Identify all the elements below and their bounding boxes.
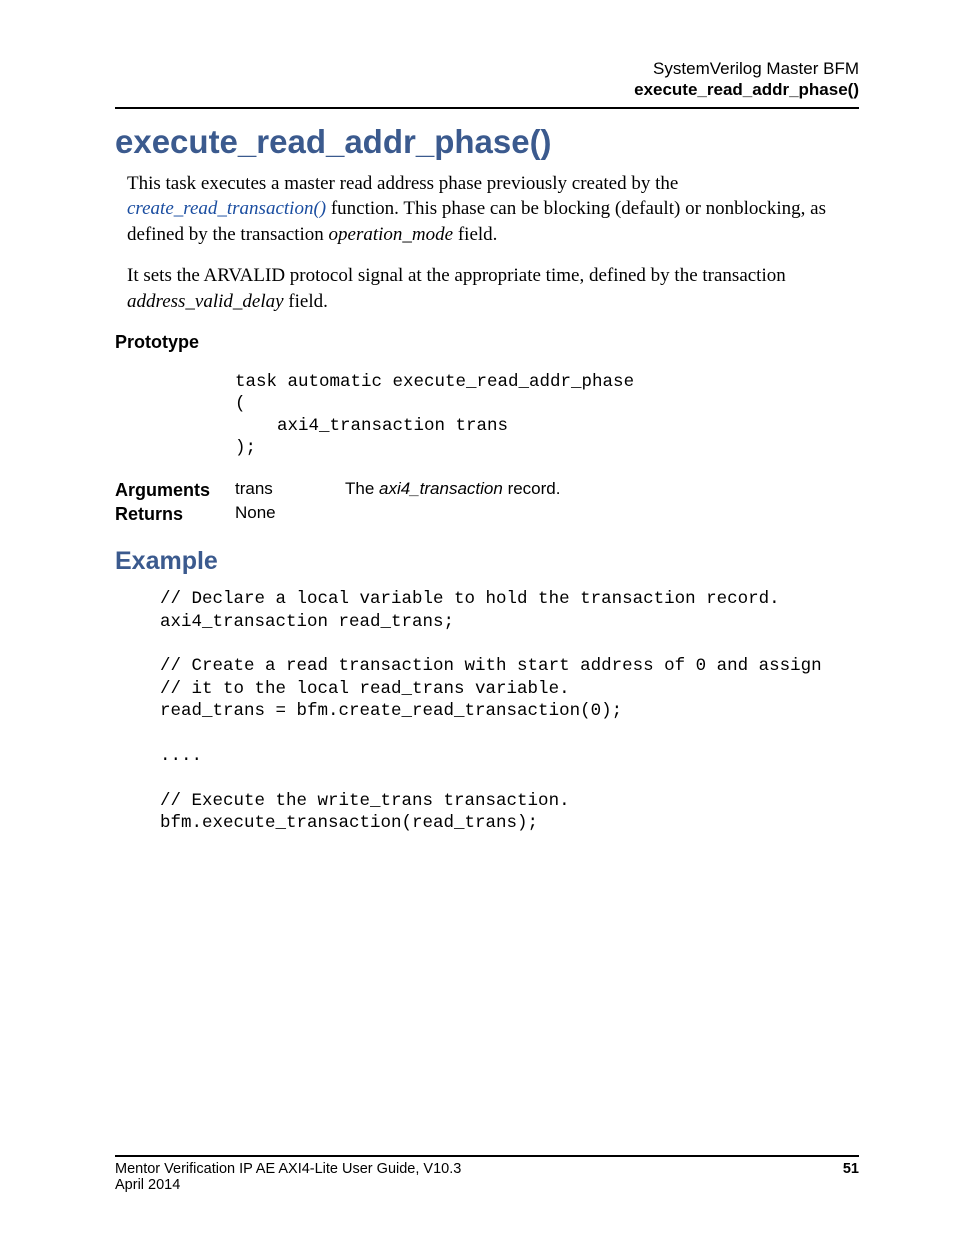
- page-footer: Mentor Verification IP AE AXI4-Lite User…: [115, 1155, 859, 1193]
- argument-name: trans: [235, 479, 345, 499]
- label-prototype: Prototype: [115, 331, 235, 353]
- example-heading: Example: [115, 547, 859, 576]
- argument-description: The axi4_transaction record.: [345, 479, 859, 499]
- returns-value: None: [235, 503, 345, 523]
- label-returns: Returns: [115, 503, 235, 525]
- arg-desc-pre: The: [345, 479, 379, 498]
- para1-operation-mode: operation_mode: [329, 224, 454, 245]
- para1-text-pre: This task executes a master read address…: [127, 173, 678, 194]
- footer-date: April 2014: [115, 1177, 461, 1193]
- footer-doc-title: Mentor Verification IP AE AXI4-Lite User…: [115, 1161, 461, 1177]
- para2-text-post: field.: [288, 291, 328, 312]
- footer-page-number: 51: [843, 1161, 859, 1177]
- arg-desc-post: record.: [503, 479, 561, 498]
- intro-paragraph-2: It sets the ARVALID protocol signal at t…: [127, 263, 859, 314]
- running-header-line1: SystemVerilog Master BFM: [115, 58, 859, 79]
- running-header-line2: execute_read_addr_phase(): [115, 79, 859, 100]
- prototype-code: task automatic execute_read_addr_phase (…: [235, 372, 859, 460]
- definition-table: Prototype task automatic execute_read_ad…: [115, 331, 859, 526]
- para1-text-post: field.: [458, 224, 498, 245]
- para2-address-valid-delay: address_valid_delay: [127, 291, 284, 312]
- header-rule: [115, 107, 859, 109]
- intro-paragraph-1: This task executes a master read address…: [127, 171, 859, 248]
- footer-left: Mentor Verification IP AE AXI4-Lite User…: [115, 1161, 461, 1193]
- example-code-block: // Declare a local variable to hold the …: [160, 588, 859, 834]
- page-title: execute_read_addr_phase(): [115, 123, 859, 161]
- para2-text-pre: It sets the ARVALID protocol signal at t…: [127, 265, 786, 286]
- label-arguments: Arguments: [115, 479, 235, 501]
- running-header: SystemVerilog Master BFM execute_read_ad…: [115, 58, 859, 101]
- link-create-read-transaction[interactable]: create_read_transaction(): [127, 198, 326, 219]
- arg-desc-type: axi4_transaction: [379, 479, 503, 498]
